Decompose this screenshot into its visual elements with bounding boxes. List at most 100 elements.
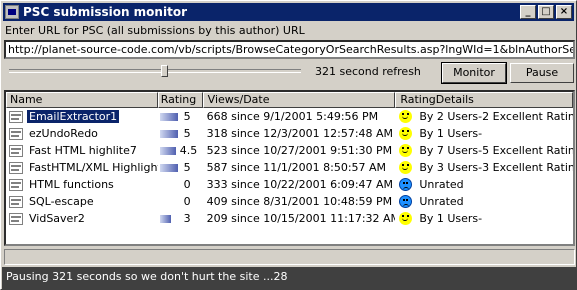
app-icon[interactable] bbox=[5, 5, 19, 19]
views-date: 333 since 10/22/2001 6:09:47 AM bbox=[206, 178, 394, 191]
table-row[interactable]: VidSaver2 3 209 since 10/15/2001 11:17:32 … bbox=[6, 210, 573, 227]
rating-details-cell: By 1 Users- bbox=[395, 125, 573, 142]
rating-cell: 5 bbox=[158, 125, 203, 142]
list-rows: EmailExtractor1 5 668 since 9/1/2001 5:49:… bbox=[6, 108, 573, 227]
submission-name: SQL-escape bbox=[29, 195, 94, 208]
rating-details: By 2 Users-2 Excellent Ratings bbox=[419, 110, 573, 123]
views-date: 209 since 10/15/2001 11:17:32 AM bbox=[206, 212, 396, 225]
rating-details-cell: Unrated bbox=[395, 193, 573, 210]
refresh-slider[interactable] bbox=[9, 65, 304, 77]
rating-details: Unrated bbox=[419, 195, 464, 208]
rating-value: 0 bbox=[183, 195, 191, 208]
rating-cell: 4.5 bbox=[158, 142, 203, 159]
rating-bar bbox=[159, 163, 178, 172]
submission-name: VidSaver2 bbox=[29, 212, 85, 225]
rating-details-cell: Unrated bbox=[395, 176, 573, 193]
list-header: Name Rating Views/Date RatingDetails bbox=[6, 92, 573, 108]
rating-value: 4.5 bbox=[179, 144, 198, 157]
column-header-views[interactable]: Views/Date bbox=[202, 92, 396, 108]
url-label: Enter URL for PSC (all submissions by th… bbox=[5, 24, 305, 37]
name-cell[interactable]: HTML functions bbox=[6, 176, 158, 193]
column-header-name[interactable]: Name bbox=[6, 92, 158, 108]
document-icon bbox=[9, 144, 23, 157]
sad-face-icon bbox=[399, 195, 413, 208]
rating-details: By 1 Users- bbox=[419, 127, 483, 140]
table-row[interactable]: HTML functions 0 333 since 10/22/2001 6:09… bbox=[6, 176, 573, 193]
views-date: 523 since 10/27/2001 9:51:30 PM bbox=[206, 144, 393, 157]
rating-value: 0 bbox=[183, 178, 191, 191]
document-icon bbox=[9, 110, 23, 123]
name-cell[interactable]: SQL-escape bbox=[6, 193, 158, 210]
rating-details-cell: By 7 Users-5 Excellent Ratings bbox=[395, 142, 573, 159]
column-header-details[interactable]: RatingDetails bbox=[395, 92, 573, 108]
views-date: 668 since 9/1/2001 5:49:56 PM bbox=[206, 110, 379, 123]
app-window: PSC submission monitor _ □ × Enter URL f… bbox=[0, 0, 577, 290]
name-cell[interactable]: ezUndoRedo bbox=[6, 125, 158, 142]
rating-details-cell: By 1 Users- bbox=[395, 210, 573, 227]
rating-bar bbox=[159, 129, 178, 138]
document-icon bbox=[9, 161, 23, 174]
empty-panel bbox=[4, 249, 575, 265]
monitor-button[interactable]: Monitor bbox=[441, 62, 507, 84]
submission-name: ezUndoRedo bbox=[29, 127, 98, 140]
slider-track[interactable] bbox=[9, 69, 301, 73]
name-cell[interactable]: Fast HTML highlite7 bbox=[6, 142, 158, 159]
slider-thumb[interactable] bbox=[161, 65, 168, 77]
rating-bar bbox=[159, 112, 178, 121]
rating-value: 5 bbox=[183, 110, 191, 123]
document-icon bbox=[9, 195, 23, 208]
table-row[interactable]: EmailExtractor1 5 668 since 9/1/2001 5:49:… bbox=[6, 108, 573, 125]
rating-value: 5 bbox=[183, 127, 191, 140]
status-bar: Pausing 321 seconds so we don't hurt the… bbox=[2, 267, 577, 289]
name-cell[interactable]: EmailExtractor1 bbox=[6, 108, 158, 125]
rating-cell: 3 bbox=[158, 210, 203, 227]
title-bar[interactable]: PSC submission monitor _ □ × bbox=[3, 3, 574, 21]
document-icon bbox=[9, 212, 23, 225]
rating-details: By 3 Users-3 Excellent Ratings bbox=[419, 161, 573, 174]
minimize-button[interactable]: _ bbox=[520, 5, 536, 19]
submission-name: EmailExtractor1 bbox=[25, 109, 121, 124]
table-row[interactable]: SQL-escape 0 409 since 8/31/2001 10:48:59 … bbox=[6, 193, 573, 210]
happy-face-icon bbox=[399, 212, 413, 225]
table-row[interactable]: Fast HTML highlite7 4.5 523 since 10/27/20… bbox=[6, 142, 573, 159]
views-date: 318 since 12/3/2001 12:57:48 AM bbox=[206, 127, 394, 140]
views-date: 587 since 11/1/2001 8:50:57 AM bbox=[206, 161, 387, 174]
submission-name: FastHTML/XML Highlight bbox=[29, 161, 158, 174]
rating-cell: 5 bbox=[158, 159, 203, 176]
url-input[interactable]: http://planet-source-code.com/vb/scripts… bbox=[4, 40, 575, 59]
close-button[interactable]: × bbox=[556, 5, 572, 19]
submissions-list[interactable]: Name Rating Views/Date RatingDetails Ema… bbox=[4, 90, 575, 246]
views-date: 409 since 8/31/2001 10:48:59 PM bbox=[206, 195, 393, 208]
rating-value: 5 bbox=[183, 161, 191, 174]
name-cell[interactable]: VidSaver2 bbox=[6, 210, 158, 227]
document-icon bbox=[9, 178, 23, 191]
rating-details: By 1 Users- bbox=[419, 212, 483, 225]
rating-cell: 0 bbox=[158, 176, 203, 193]
rating-cell: 0 bbox=[158, 193, 203, 210]
name-cell[interactable]: FastHTML/XML Highlight bbox=[6, 159, 158, 176]
happy-face-icon bbox=[399, 110, 413, 123]
rating-details-cell: By 2 Users-2 Excellent Ratings bbox=[395, 108, 573, 125]
rating-details: By 7 Users-5 Excellent Ratings bbox=[419, 144, 573, 157]
refresh-label: 321 second refresh bbox=[315, 65, 421, 78]
rating-cell: 5 bbox=[158, 108, 203, 125]
maximize-button[interactable]: □ bbox=[538, 5, 554, 19]
window-title: PSC submission monitor bbox=[23, 5, 187, 19]
pause-button[interactable]: Pause bbox=[510, 63, 574, 83]
rating-bar bbox=[159, 214, 171, 223]
table-row[interactable]: ezUndoRedo 5 318 since 12/3/2001 12:57:48 … bbox=[6, 125, 573, 142]
window-controls: _ □ × bbox=[518, 5, 572, 19]
sad-face-icon bbox=[399, 178, 413, 191]
happy-face-icon bbox=[399, 161, 413, 174]
happy-face-icon bbox=[399, 144, 413, 157]
happy-face-icon bbox=[399, 127, 413, 140]
rating-details-cell: By 3 Users-3 Excellent Ratings bbox=[395, 159, 573, 176]
rating-bar bbox=[159, 146, 176, 155]
submission-name: HTML functions bbox=[29, 178, 114, 191]
column-header-rating[interactable]: Rating bbox=[157, 92, 203, 108]
table-row[interactable]: FastHTML/XML Highlight 5 587 since 11/1/20… bbox=[6, 159, 573, 176]
rating-details: Unrated bbox=[419, 178, 464, 191]
rating-value: 3 bbox=[183, 212, 191, 225]
submission-name: Fast HTML highlite7 bbox=[29, 144, 137, 157]
document-icon bbox=[9, 127, 23, 140]
